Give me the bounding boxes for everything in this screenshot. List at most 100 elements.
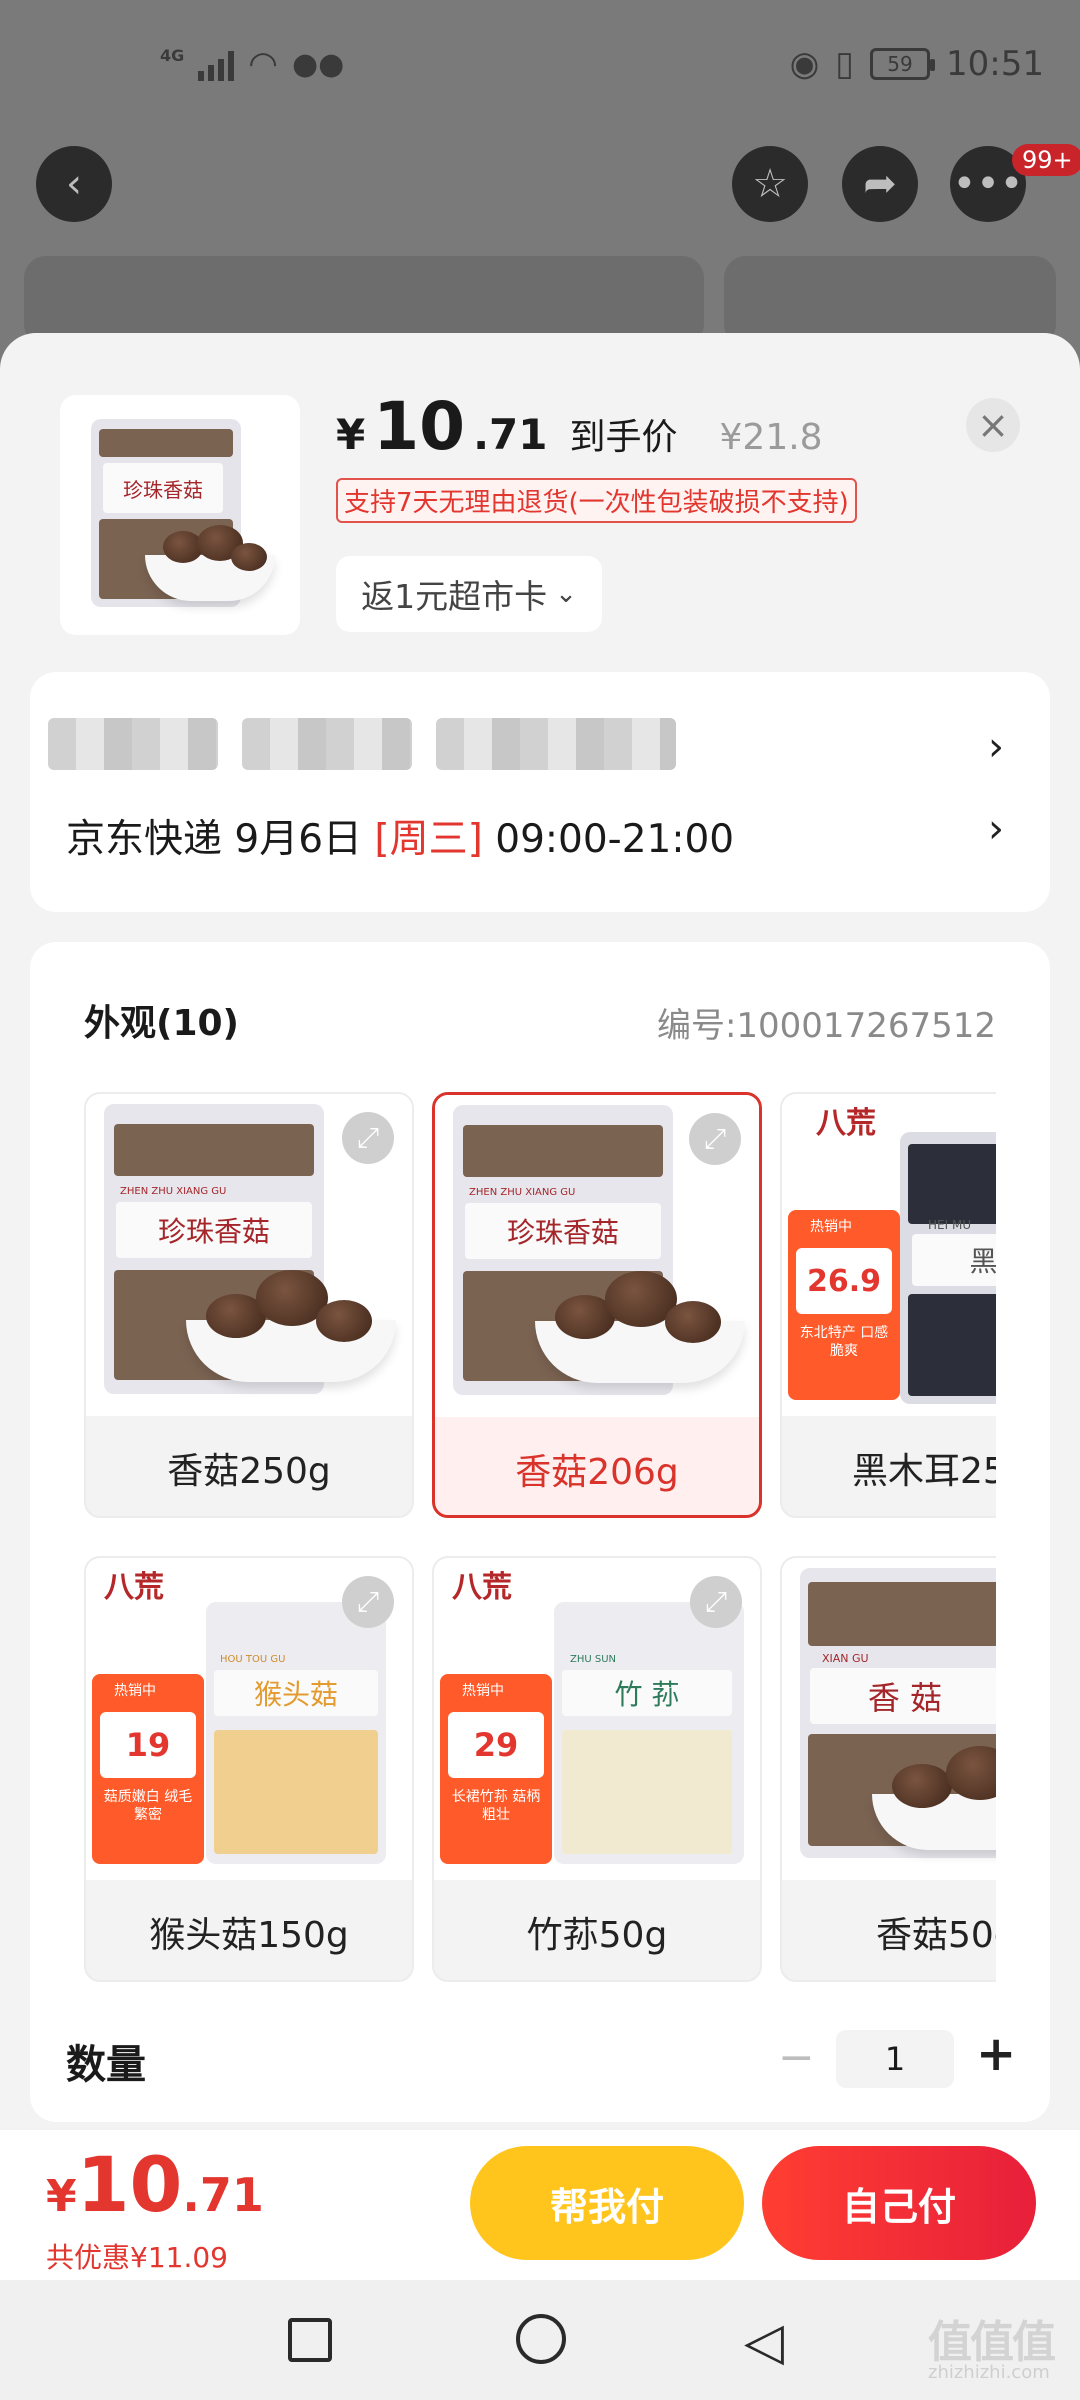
- back-button[interactable]: ‹: [36, 146, 112, 222]
- return-policy-tag: 支持7天无理由退货(一次性包装破损不支持): [336, 478, 857, 523]
- pack-title: 香 菇: [810, 1668, 996, 1724]
- brand-logo: 八荒: [452, 1570, 512, 1605]
- pack-title: 珍珠香菇: [465, 1203, 661, 1259]
- final-price-label: 到手价: [569, 417, 678, 458]
- coupon-label: 返1元超市卡: [361, 577, 548, 616]
- pack-pinyin: HEI MU: [928, 1218, 972, 1232]
- pack-pinyin: HOU TOU GU: [220, 1654, 286, 1665]
- coupon-selector[interactable]: 返1元超市卡 ⌄: [336, 556, 602, 632]
- pack-pinyin: XIAN GU: [822, 1652, 869, 1665]
- total-integer: 10: [76, 2140, 183, 2229]
- price-integer: 10: [373, 388, 466, 465]
- promo-top: 热销中: [114, 1683, 156, 1699]
- signal-icon: [198, 47, 235, 81]
- self-pay-button[interactable]: 自己付: [762, 2146, 1036, 2260]
- pack-title: 猴头菇: [214, 1670, 378, 1716]
- total-price: ¥10.71: [46, 2140, 264, 2229]
- promo-price: 19: [100, 1712, 196, 1778]
- option-image: ZHEN ZHU XIANG GU 珍珠香菇 ⤢: [86, 1094, 412, 1416]
- expand-icon[interactable]: ⤢: [689, 1113, 741, 1165]
- watermark: 值值值: [928, 2317, 1056, 2368]
- pack-title: 珍珠香菇: [103, 463, 223, 513]
- promo-card: 热销中 19 菇质嫩白 绒毛繁密: [92, 1674, 204, 1864]
- delivery-weekday: [周三]: [374, 817, 483, 862]
- promo-price: 29: [448, 1712, 544, 1778]
- option-image: 八荒 HEI MU 黑 木 热销中 26.9 东北特产 口感脆爽: [782, 1094, 996, 1416]
- back-triangle-icon[interactable]: ◁: [744, 2312, 784, 2372]
- home-icon[interactable]: [516, 2314, 566, 2364]
- close-button[interactable]: ×: [966, 398, 1020, 452]
- promo-text: 菇质嫩白 绒毛繁密: [103, 1789, 193, 1823]
- total-decimal: .71: [182, 2168, 264, 2222]
- battery-icon: 59: [870, 48, 936, 80]
- option-image: 八荒 HOU TOU GU 猴头菇 热销中 19 菇质嫩白 绒毛繁密 ⤢: [86, 1558, 412, 1880]
- delivery-info: 京东快递 9月6日 [周三] 09:00-21:00: [66, 808, 734, 864]
- quantity-input[interactable]: 1: [836, 2030, 954, 2088]
- option-label: 香菇50g: [876, 1915, 996, 1956]
- promo-top: 热销中: [810, 1219, 852, 1235]
- option-label: 黑木耳25: [852, 1451, 996, 1492]
- spec-option[interactable]: 八荒 HEI MU 黑 木 热销中 26.9 东北特产 口感脆爽 黑木耳25: [780, 1092, 996, 1518]
- star-icon: ☆: [752, 161, 788, 207]
- address-card[interactable]: [30, 672, 1050, 912]
- share-icon: ➦: [863, 161, 897, 207]
- brand-logo: 八荒: [104, 1570, 164, 1605]
- wechat-icon: ●●: [291, 46, 345, 82]
- total-currency: ¥: [46, 2171, 77, 2222]
- expand-icon[interactable]: ⤢: [342, 1576, 394, 1628]
- clock: 10:51: [946, 44, 1044, 84]
- recents-icon[interactable]: [288, 2318, 332, 2362]
- network-type: 4G: [160, 45, 185, 65]
- expand-icon[interactable]: ⤢: [690, 1576, 742, 1628]
- pack-pinyin: ZHU SUN: [570, 1654, 617, 1665]
- promo-text: 东北特产 口感脆爽: [799, 1325, 889, 1359]
- delivery-time: 09:00-21:00: [482, 817, 735, 862]
- product-thumbnail: 珍珠香菇: [60, 395, 300, 635]
- promo-text: 长裙竹荪 菇柄粗壮: [451, 1789, 541, 1823]
- spec-option[interactable]: ZHEN ZHU XIANG GU 珍珠香菇 ⤢ 香菇250g: [84, 1092, 414, 1518]
- option-image: ZHEN ZHU XIANG GU 珍珠香菇 ⤢: [435, 1095, 759, 1417]
- pack-title: 竹 荪: [562, 1670, 732, 1716]
- promo-card: 热销中 26.9 东北特产 口感脆爽: [788, 1210, 900, 1400]
- spec-option[interactable]: 八荒 HOU TOU GU 猴头菇 热销中 19 菇质嫩白 绒毛繁密 ⤢ 猴头菇…: [84, 1556, 414, 1982]
- chevron-down-icon: ⌄: [555, 579, 577, 609]
- spec-option-selected[interactable]: ZHEN ZHU XIANG GU 珍珠香菇 ⤢ 香菇206g: [432, 1092, 762, 1518]
- expand-icon[interactable]: ⤢: [342, 1112, 394, 1164]
- spec-option[interactable]: 八荒 ZHU SUN 竹 荪 热销中 29 长裙竹荪 菇柄粗壮 ⤢ 竹荪50g: [432, 1556, 762, 1982]
- vibrate-icon: ▯: [835, 44, 855, 84]
- help-pay-button[interactable]: 帮我付: [470, 2146, 744, 2260]
- promo-price: 26.9: [796, 1248, 892, 1314]
- option-image: XIAN GU 香 菇: [782, 1558, 996, 1880]
- delivery-chevron-icon[interactable]: ›: [988, 806, 1004, 852]
- currency-symbol: ¥: [336, 410, 366, 459]
- address-chevron-icon[interactable]: ›: [988, 724, 1004, 770]
- quantity-increase-button[interactable]: +: [976, 2026, 1016, 2082]
- total-savings: 共优惠¥11.09: [46, 2241, 228, 2274]
- pack-pinyin: ZHEN ZHU XIANG GU: [120, 1186, 227, 1197]
- wifi-icon: ◠: [248, 44, 278, 84]
- option-label: 竹荪50g: [526, 1915, 668, 1956]
- more-icon: •••: [952, 161, 1024, 207]
- price-row: ¥10.71 到手价 ¥21.8: [336, 388, 823, 465]
- option-label: 香菇250g: [167, 1451, 331, 1492]
- brand-logo: 八荒: [816, 1106, 876, 1141]
- sku-number: 编号:100017267512: [656, 1006, 996, 1046]
- notification-badge: 99+: [1012, 144, 1080, 176]
- spec-option[interactable]: XIAN GU 香 菇 香菇50g: [780, 1556, 996, 1982]
- watermark-url: zhizhizhi.com: [928, 2362, 1050, 2383]
- option-label: 猴头菇150g: [149, 1915, 349, 1956]
- favorite-button[interactable]: ☆: [732, 146, 808, 222]
- pack-title: 珍珠香菇: [116, 1202, 312, 1258]
- spec-title: 外观(10): [84, 1003, 240, 1044]
- option-label: 香菇206g: [515, 1452, 679, 1493]
- promo-top: 热销中: [462, 1683, 504, 1699]
- share-button[interactable]: ➦: [842, 146, 918, 222]
- option-image: 八荒 ZHU SUN 竹 荪 热销中 29 长裙竹荪 菇柄粗壮 ⤢: [434, 1558, 760, 1880]
- quantity-label: 数量: [66, 2042, 146, 2088]
- spec-options-grid: ZHEN ZHU XIANG GU 珍珠香菇 ⤢ 香菇250g ZHEN ZHU…: [84, 1092, 996, 1992]
- status-bar: 4G ◠ ●● ◉ ▯ 59 10:51: [0, 0, 1080, 140]
- quantity-decrease-button[interactable]: −: [778, 2032, 815, 2083]
- original-price: ¥21.8: [719, 417, 823, 458]
- promo-card: 热销中 29 长裙竹荪 菇柄粗壮: [440, 1674, 552, 1864]
- pack-title: 黑 木: [912, 1234, 996, 1286]
